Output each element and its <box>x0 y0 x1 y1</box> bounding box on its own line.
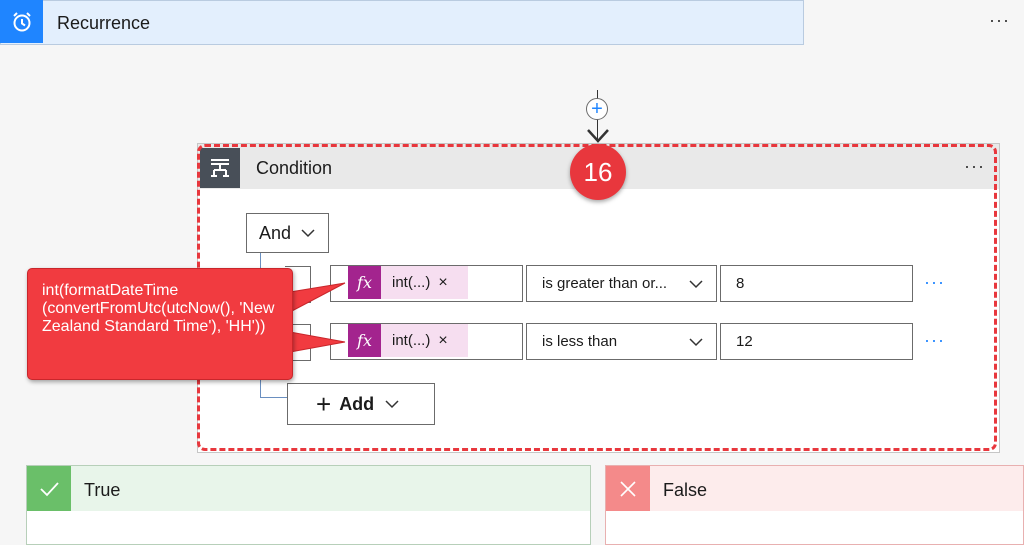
condition-value: 8 <box>736 275 745 292</box>
remove-token-button[interactable]: × <box>438 274 447 292</box>
condition-value-input[interactable]: 12 <box>720 323 913 360</box>
annotation-callout: int(formatDateTime (convertFromUtc(utcNo… <box>27 268 293 380</box>
chevron-down-icon <box>689 338 703 347</box>
condition-value: 12 <box>736 333 753 350</box>
false-branch-header[interactable]: False <box>606 466 1023 511</box>
expression-token[interactable]: fx int(...) × <box>348 324 468 357</box>
close-icon <box>606 466 650 511</box>
plus-icon: + <box>316 389 332 419</box>
condition-more-button[interactable]: ··· <box>964 156 985 177</box>
condition-operator-dropdown[interactable]: is greater than or... <box>526 265 717 302</box>
true-branch-card: True <box>26 465 591 545</box>
false-branch-title: False <box>663 480 708 500</box>
row-more-button[interactable]: ··· <box>924 330 945 351</box>
check-icon <box>27 466 71 511</box>
true-branch-header[interactable]: True <box>27 466 590 511</box>
tree-connector-branch <box>260 397 288 398</box>
chevron-down-icon <box>689 280 703 289</box>
condition-operator-dropdown[interactable]: is less than <box>526 323 717 360</box>
remove-token-button[interactable]: × <box>438 332 447 350</box>
step-number-badge: 16 <box>570 144 626 200</box>
condition-operator-value: is greater than or... <box>542 275 668 292</box>
add-condition-button[interactable]: + Add <box>287 383 435 425</box>
add-button-label: Add <box>339 393 375 414</box>
condition-operator-value: is less than <box>542 333 618 350</box>
recurrence-more-button[interactable]: ··· <box>989 10 1010 31</box>
condition-value-input[interactable]: 8 <box>720 265 913 302</box>
expression-token-label: int(...) <box>392 274 431 291</box>
true-branch-title: True <box>84 480 121 500</box>
false-branch-card: False <box>605 465 1024 545</box>
row-more-button[interactable]: ··· <box>924 272 945 293</box>
callout-text: int(formatDateTime (convertFromUtc(utcNo… <box>42 282 275 335</box>
expression-token-label: int(...) <box>392 332 431 349</box>
arrow-down-icon <box>587 129 609 143</box>
chevron-down-icon <box>385 400 399 409</box>
insert-step-button[interactable]: + <box>586 98 608 120</box>
expression-token[interactable]: fx int(...) × <box>348 266 468 299</box>
